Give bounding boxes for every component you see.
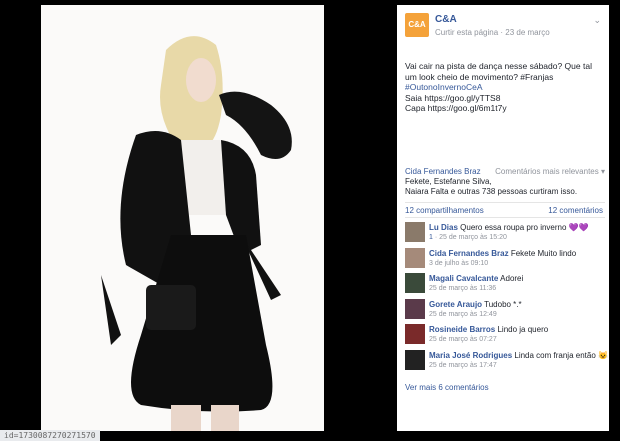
comment-meta: 3 de julho às 09:10 — [429, 260, 488, 267]
commenter-name[interactable]: Lu Dias — [429, 223, 458, 232]
comment-item: Rosineide Barros Lindo ja quero 25 de ma… — [405, 323, 605, 348]
liker-name[interactable]: Cida Fernandes Braz — [405, 167, 481, 176]
comment-list: Lu Dias Quero essa roupa pro inverno 💜💜 1… — [405, 221, 608, 374]
avatar[interactable] — [405, 298, 425, 319]
comment-item: Magali Cavalcante Adorei 25 de março às … — [405, 272, 605, 297]
post-meta: Curtir esta página · 23 de março — [435, 28, 550, 37]
comment-meta: 25 de março às 12:49 — [429, 311, 497, 318]
emoji-icon: 💜💜 — [568, 223, 589, 232]
comment-text: Fekete Muito lindo — [510, 248, 577, 258]
status-url: id=1730087270271570 — [0, 430, 100, 441]
like-count[interactable]: 1 — [429, 234, 433, 241]
post-text-line: Capa https://goo.gl/6m1t7y — [405, 103, 507, 113]
comment-body: Magali Cavalcante Adorei — [429, 274, 523, 283]
comment-timestamp[interactable]: 3 de julho às 09:10 — [429, 260, 488, 267]
comments-count[interactable]: 12 comentários — [548, 206, 603, 215]
post-text-line: Saia https://goo.gl/yTTS8 — [405, 92, 501, 103]
comment-item: Cida Fernandes Braz Fekete Muito lindo 3… — [405, 247, 605, 272]
comment-body: Rosineide Barros Lindo ja quero — [429, 325, 548, 334]
avatar[interactable] — [405, 324, 425, 344]
fashion-photo — [41, 5, 324, 431]
options-chevron-icon[interactable]: ⌄ — [593, 15, 601, 26]
divider — [405, 202, 605, 203]
likes-summary: Cida Fernandes Braz Comentários mais rel… — [405, 167, 605, 197]
comment-item: Lu Dias Quero essa roupa pro inverno 💜💜 1… — [405, 221, 605, 246]
like-page-link[interactable]: Curtir esta página — [435, 28, 498, 37]
more-comments-link[interactable]: Ver mais 6 comentários — [405, 383, 489, 392]
post-panel: C&A C&A Curtir esta página · 23 de março… — [397, 5, 609, 431]
comment-body: Gorete Araujo Tudobo *.* — [429, 300, 522, 309]
emoji-icon: 😺 — [598, 350, 608, 360]
comment-meta: 25 de março às 11:36 — [429, 285, 496, 292]
avatar[interactable] — [405, 349, 425, 370]
post-text: Vai cair na pista de dança nesse sábado?… — [405, 61, 603, 114]
comment-body: Cida Fernandes Braz Fekete Muito lindo — [429, 249, 576, 258]
comment-timestamp[interactable]: 25 de março às 07:27 — [429, 336, 497, 343]
comment-text: Linda com franja então — [514, 350, 596, 360]
comment-body: Maria José Rodrigues Linda com franja en… — [429, 351, 608, 360]
comment-text: Quero essa roupa pro inverno — [460, 223, 567, 232]
commenter-name[interactable]: Gorete Araujo — [429, 300, 482, 309]
commenter-name[interactable]: Rosineide Barros — [429, 325, 495, 334]
comment-timestamp[interactable]: 25 de março às 12:49 — [429, 311, 497, 318]
page-name[interactable]: C&A — [435, 14, 457, 25]
likes-line3[interactable]: Naiara Falta e outras 738 pessoas curtir… — [405, 187, 577, 196]
avatar[interactable] — [405, 222, 425, 242]
commenter-name[interactable]: Magali Cavalcante — [429, 274, 498, 283]
divider — [405, 217, 605, 218]
page-logo[interactable]: C&A — [405, 13, 429, 37]
shares-count[interactable]: 12 compartilhamentos — [405, 206, 484, 215]
post-header: C&A C&A Curtir esta página · 23 de março… — [405, 13, 601, 41]
comment-meta: 1 · 25 de março às 15:20 — [429, 234, 507, 241]
comment-item: Gorete Araujo Tudobo *.* 25 de março às … — [405, 298, 605, 323]
comment-body: Lu Dias Quero essa roupa pro inverno 💜💜 — [429, 223, 589, 232]
post-photo[interactable] — [41, 5, 324, 431]
comment-text: Lindo ja quero — [497, 325, 549, 334]
comment-text: Adorei — [500, 274, 524, 283]
post-date[interactable]: 23 de março — [505, 28, 549, 37]
comment-sort[interactable]: Comentários mais relevantes ▾ — [495, 167, 605, 177]
comment-meta: 25 de março às 17:47 — [429, 362, 497, 369]
avatar[interactable] — [405, 247, 425, 268]
avatar[interactable] — [405, 273, 425, 293]
engagement-counts: 12 compartilhamentos 12 comentários — [405, 206, 603, 215]
comment-meta: 25 de março às 07:27 — [429, 336, 497, 343]
commenter-name[interactable]: Maria José Rodrigues — [429, 351, 512, 360]
post-text-line: um look cheio de movimento? #Franjas — [405, 71, 554, 82]
comment-item: Maria José Rodrigues Linda com franja en… — [405, 349, 608, 374]
comment-timestamp[interactable]: 25 de março às 15:20 — [439, 234, 507, 241]
likes-line2: Fekete, Estefanne Silva, — [405, 177, 492, 186]
post-text-line[interactable]: #OutonoInvernoCeA — [405, 82, 603, 93]
comment-timestamp[interactable]: 25 de março às 11:36 — [429, 285, 496, 292]
commenter-name[interactable]: Cida Fernandes Braz — [429, 249, 509, 258]
comment-timestamp[interactable]: 25 de março às 17:47 — [429, 362, 497, 369]
comment-text: Tudobo *.* — [484, 299, 522, 309]
post-text-line: Vai cair na pista de dança nesse sábado?… — [405, 61, 592, 71]
